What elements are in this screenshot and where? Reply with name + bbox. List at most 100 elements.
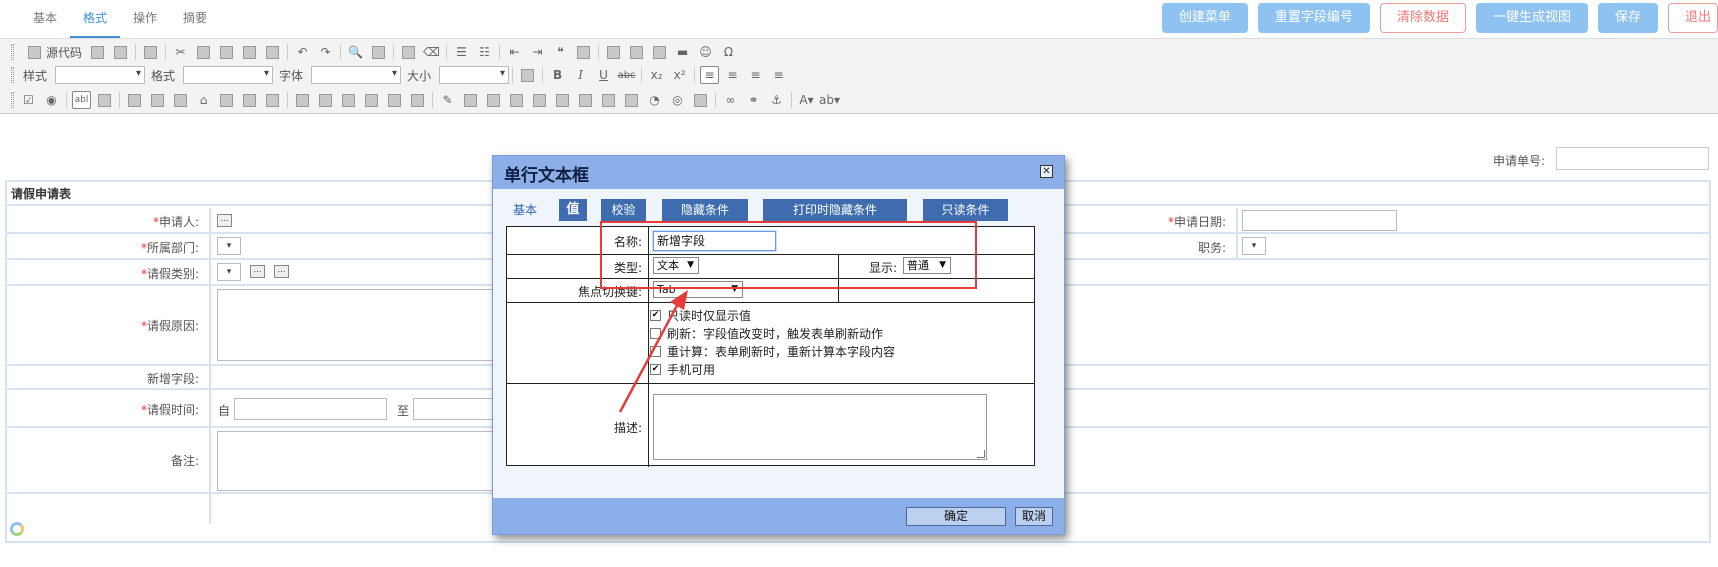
exit-button[interactable]: 退出 bbox=[1667, 3, 1718, 33]
form-control-icon-16[interactable] bbox=[691, 91, 710, 109]
form-control-icon-4[interactable] bbox=[240, 91, 259, 109]
table-icon[interactable] bbox=[650, 43, 669, 61]
tab-basic[interactable]: 基本 bbox=[20, 0, 70, 38]
copy-icon[interactable] bbox=[194, 43, 213, 61]
picker-icon[interactable]: ⋯ bbox=[250, 265, 265, 278]
remark-textarea[interactable] bbox=[217, 431, 507, 491]
toolbar-grip[interactable] bbox=[11, 44, 14, 60]
position-select[interactable]: ▾ bbox=[1242, 237, 1266, 255]
camera-control-icon[interactable] bbox=[484, 91, 503, 109]
align-right-icon[interactable]: ≡ bbox=[746, 66, 765, 84]
user-picker-icon[interactable]: ⋯ bbox=[217, 214, 232, 227]
checkbox-unchecked[interactable] bbox=[650, 346, 661, 357]
form-control-icon-8[interactable] bbox=[362, 91, 381, 109]
background-color-icon[interactable]: ab▾ bbox=[819, 91, 840, 109]
italic-icon[interactable]: I bbox=[571, 66, 590, 84]
option-readonly-show-value[interactable]: ✔ 只读时仅显示值 bbox=[650, 307, 751, 324]
reason-textarea[interactable] bbox=[217, 289, 507, 361]
form-control-icon-14[interactable] bbox=[599, 91, 618, 109]
dialog-header[interactable]: 单行文本框 ✕ bbox=[493, 156, 1064, 189]
form-control-icon-3[interactable] bbox=[217, 91, 236, 109]
cut-icon[interactable]: ✂ bbox=[171, 43, 190, 61]
form-control-icon-9[interactable] bbox=[385, 91, 404, 109]
form-control-icon-7[interactable] bbox=[339, 91, 358, 109]
checkbox-checked[interactable]: ✔ bbox=[650, 364, 661, 375]
picker-icon-2[interactable]: ⋯ bbox=[274, 265, 289, 278]
paste-icon[interactable] bbox=[217, 43, 236, 61]
option-recalculate[interactable]: 重计算：表单刷新时，重新计算本字段内容 bbox=[650, 343, 895, 360]
indent-icon[interactable]: ⇥ bbox=[528, 43, 547, 61]
numbered-list-icon[interactable]: ☰ bbox=[452, 43, 471, 61]
preview-icon[interactable] bbox=[111, 43, 130, 61]
underline-icon[interactable]: U bbox=[594, 66, 613, 84]
picture-control-icon[interactable] bbox=[461, 91, 480, 109]
smiley-icon[interactable]: ☺ bbox=[696, 43, 715, 61]
anchor-icon[interactable]: ⚓ bbox=[767, 91, 786, 109]
form-control-icon-6[interactable] bbox=[316, 91, 335, 109]
form-control-icon-11[interactable] bbox=[507, 91, 526, 109]
paste-text-icon[interactable] bbox=[240, 43, 259, 61]
dialog-tab-value[interactable]: 值 bbox=[559, 199, 587, 221]
strikethrough-icon[interactable]: abc bbox=[617, 66, 636, 84]
horizontal-rule-icon[interactable]: ▬ bbox=[673, 43, 692, 61]
chart-control-icon[interactable]: ◔ bbox=[645, 91, 664, 109]
size-select[interactable] bbox=[439, 66, 510, 84]
option-refresh[interactable]: 刷新：字段值改变时，触发表单刷新动作 bbox=[650, 325, 883, 342]
tab-summary[interactable]: 摘要 bbox=[170, 0, 220, 38]
superscript-icon[interactable]: x² bbox=[670, 66, 689, 84]
select-all-icon[interactable] bbox=[399, 43, 418, 61]
toolbar-grip[interactable] bbox=[11, 67, 14, 83]
align-left-icon[interactable]: ≡ bbox=[700, 66, 720, 84]
flash-icon[interactable] bbox=[627, 43, 646, 61]
undo-icon[interactable]: ↶ bbox=[293, 43, 312, 61]
reset-field-number-button[interactable]: 重置字段编号 bbox=[1257, 3, 1370, 33]
stamp-control-icon[interactable]: ◎ bbox=[668, 91, 687, 109]
form-control-icon-2[interactable] bbox=[171, 91, 190, 109]
apply-number-input[interactable] bbox=[1556, 147, 1709, 170]
bold-icon[interactable]: B bbox=[548, 66, 567, 84]
create-menu-button[interactable]: 创建菜单 bbox=[1161, 3, 1248, 33]
dialog-tab-print-hide-condition[interactable]: 打印时隐藏条件 bbox=[763, 199, 907, 221]
apply-date-input[interactable] bbox=[1242, 210, 1397, 231]
checkbox-control-icon[interactable]: ☑ bbox=[19, 91, 38, 109]
calendar-control-icon[interactable] bbox=[148, 91, 167, 109]
department-select[interactable]: ▾ bbox=[217, 237, 241, 255]
pencil-icon[interactable]: ✎ bbox=[438, 91, 457, 109]
textarea-control-icon[interactable] bbox=[95, 91, 114, 109]
close-icon[interactable]: ✕ bbox=[1040, 165, 1053, 178]
textfield-control-icon[interactable]: abl bbox=[72, 91, 91, 109]
save-doc-icon[interactable] bbox=[88, 43, 107, 61]
special-char-icon[interactable]: Ω bbox=[719, 43, 738, 61]
end-time-input[interactable] bbox=[413, 398, 503, 420]
template-icon[interactable] bbox=[141, 43, 160, 61]
outdent-icon[interactable]: ⇤ bbox=[505, 43, 524, 61]
save-button[interactable]: 保存 bbox=[1597, 3, 1658, 33]
checkbox-unchecked[interactable] bbox=[650, 328, 661, 339]
bulleted-list-icon[interactable]: ☷ bbox=[475, 43, 494, 61]
find-icon[interactable]: 🔍 bbox=[346, 43, 365, 61]
option-mobile-enabled[interactable]: ✔ 手机可用 bbox=[650, 361, 715, 378]
link-icon[interactable]: ∞ bbox=[721, 91, 740, 109]
unlink-icon[interactable]: ⚭ bbox=[744, 91, 763, 109]
source-code-button[interactable]: 源代码 bbox=[23, 43, 82, 61]
start-time-input[interactable] bbox=[234, 398, 387, 420]
font-select[interactable] bbox=[311, 66, 402, 84]
tab-format[interactable]: 格式 bbox=[70, 0, 121, 38]
blockquote-icon[interactable]: ❝ bbox=[551, 43, 570, 61]
dialog-tab-validate[interactable]: 校验 bbox=[601, 199, 646, 221]
image-icon[interactable] bbox=[604, 43, 623, 61]
radio-control-icon[interactable]: ◉ bbox=[42, 91, 61, 109]
generate-view-button[interactable]: 一键生成视图 bbox=[1475, 3, 1588, 33]
align-justify-icon[interactable]: ≡ bbox=[769, 66, 788, 84]
description-textarea[interactable] bbox=[653, 394, 987, 460]
confirm-button[interactable]: 确定 bbox=[906, 507, 1006, 526]
tab-operation[interactable]: 操作 bbox=[120, 0, 170, 38]
replace-icon[interactable] bbox=[369, 43, 388, 61]
form-control-icon-10[interactable] bbox=[408, 91, 427, 109]
maximize-icon[interactable] bbox=[518, 66, 537, 84]
format-select[interactable] bbox=[183, 66, 274, 84]
style-select[interactable] bbox=[55, 66, 146, 84]
form-control-icon-15[interactable] bbox=[622, 91, 641, 109]
clear-data-button[interactable]: 清除数据 bbox=[1379, 3, 1466, 33]
checkbox-checked[interactable]: ✔ bbox=[650, 310, 661, 321]
